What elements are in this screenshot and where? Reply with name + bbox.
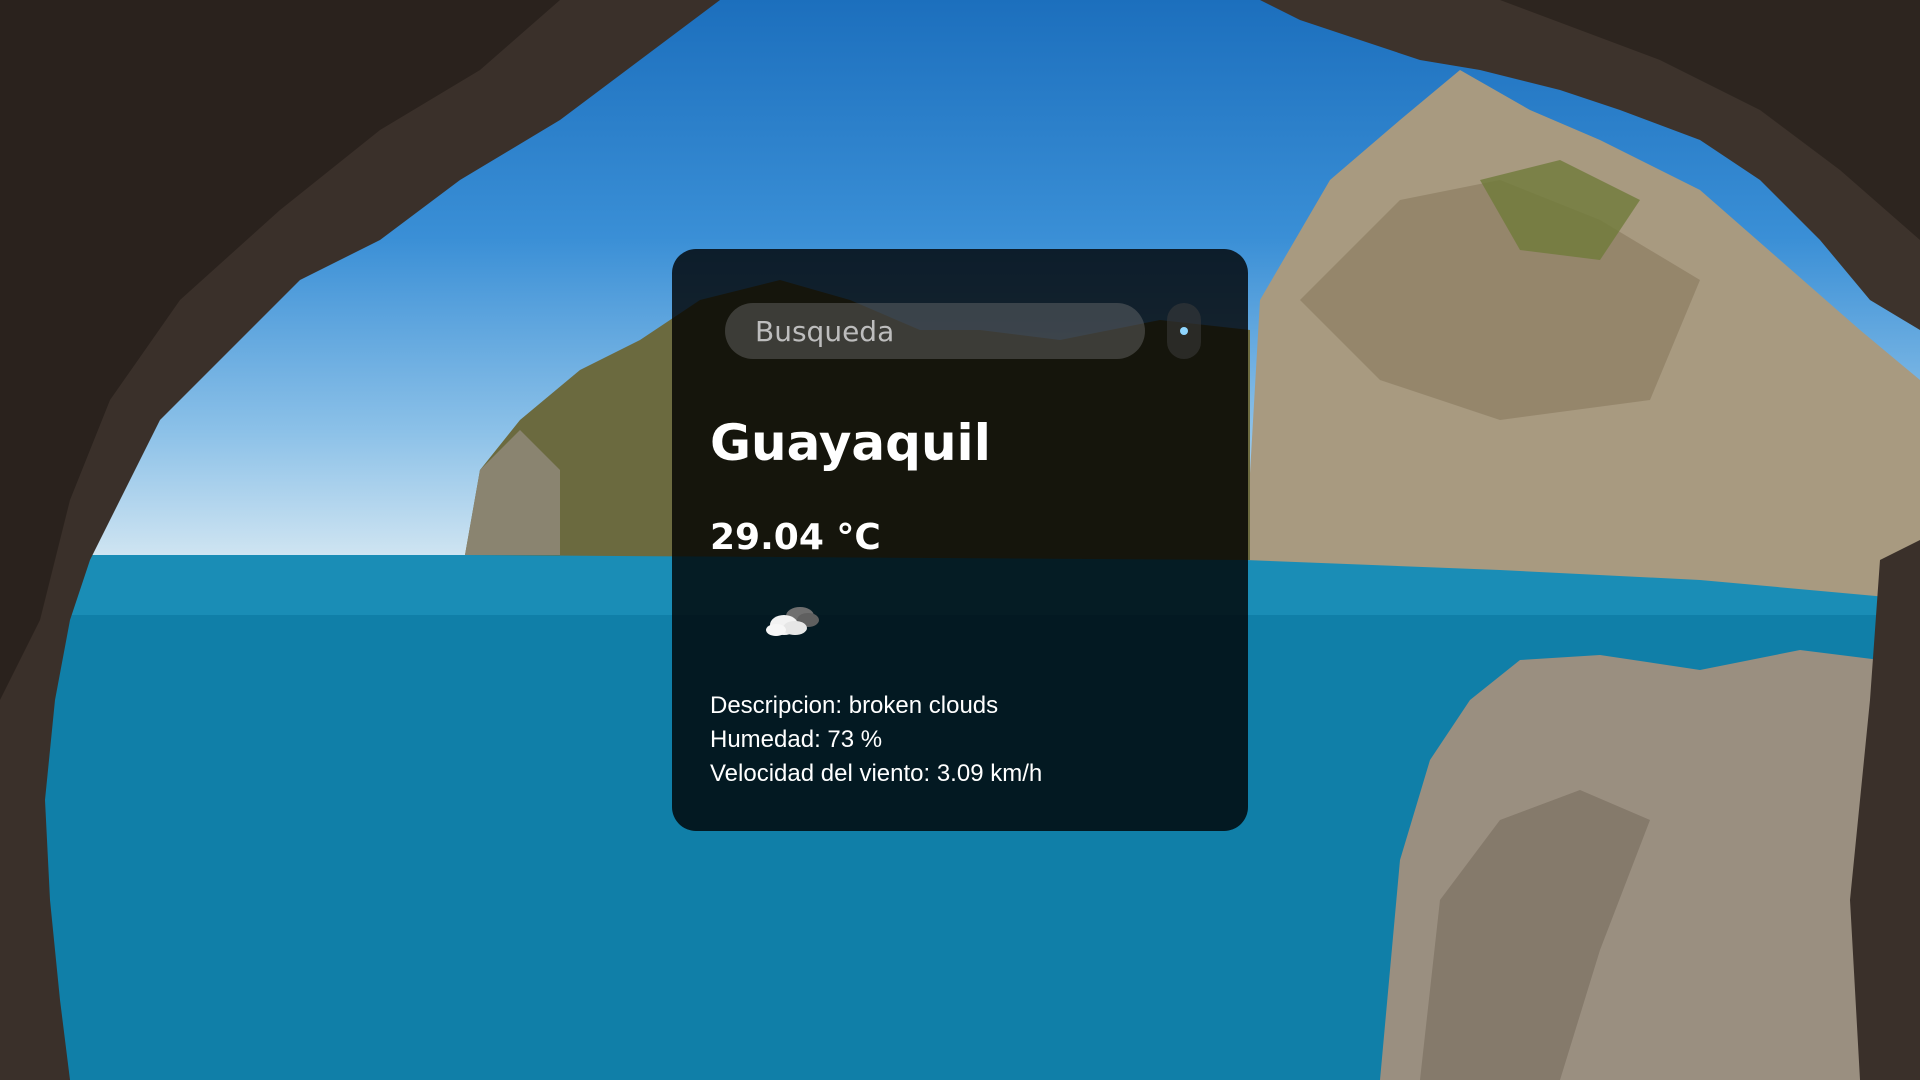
search-icon — [1180, 327, 1188, 335]
broken-clouds-icon — [766, 607, 819, 636]
description-text: Descripcion: broken clouds — [710, 692, 999, 719]
search-button[interactable] — [1167, 303, 1201, 359]
search-bar — [725, 303, 1201, 359]
wind-speed-text: Velocidad del viento: 3.09 km/h — [710, 760, 1043, 787]
city-name: Guayaquil — [710, 414, 991, 472]
temperature: 29.04 °C — [710, 517, 881, 558]
weather-details: Descripcion: broken clouds Humedad: 73 %… — [710, 689, 1042, 791]
search-input[interactable] — [725, 303, 1145, 359]
weather-card: Guayaquil 29.04 °C Descripcion: broken c… — [672, 249, 1248, 831]
humidity-text: Humedad: 73 % — [710, 726, 883, 753]
